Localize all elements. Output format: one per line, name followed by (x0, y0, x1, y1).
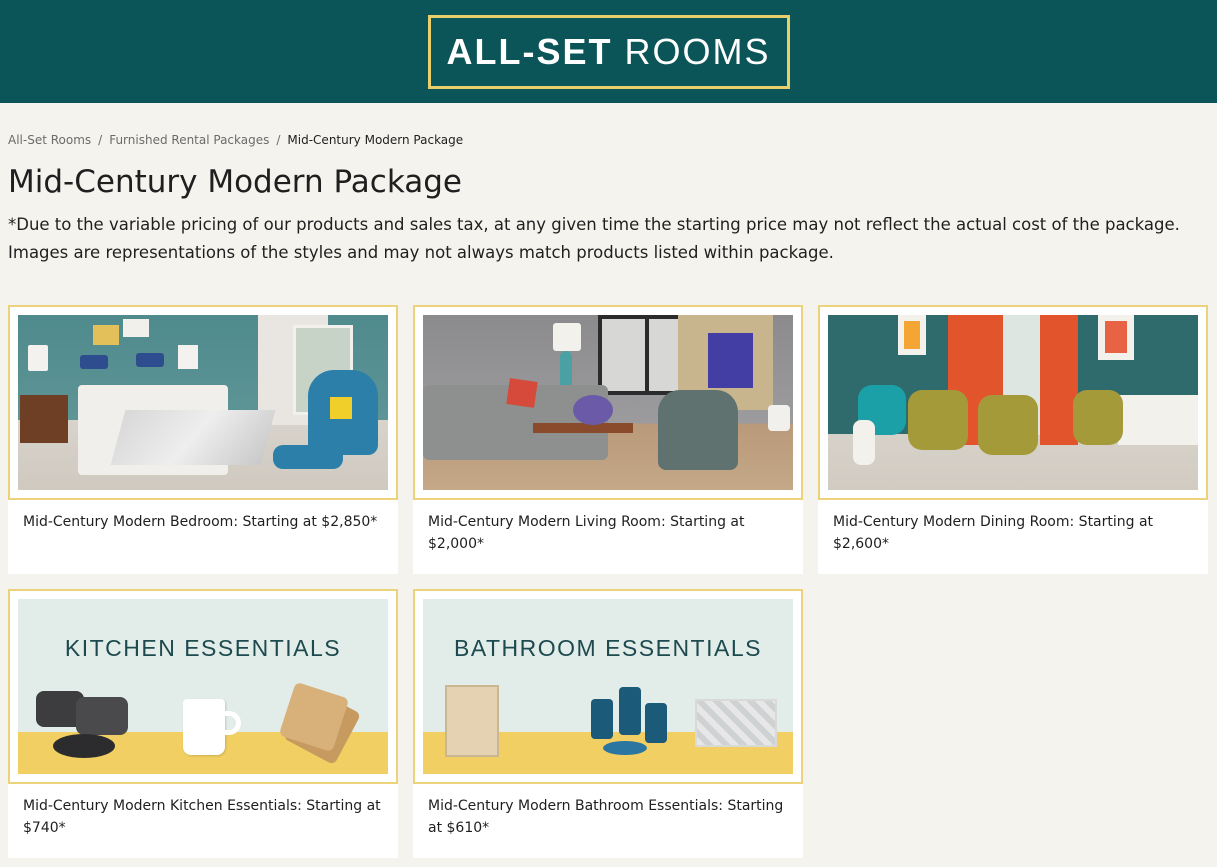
banner-title: KITCHEN ESSENTIALS (64, 635, 342, 661)
living-room-image (423, 315, 793, 490)
card-caption: Mid-Century Modern Kitchen Essentials: S… (23, 798, 381, 836)
card-image-frame (413, 305, 803, 500)
disclaimer-line-1: *Due to the variable pricing of our prod… (8, 215, 1180, 234)
package-card-dining-room[interactable]: Mid-Century Modern Dining Room: Starting… (818, 305, 1208, 574)
hamper-icon (445, 685, 499, 757)
bath-mat-icon (695, 699, 777, 747)
package-card-kitchen-essentials[interactable]: KITCHEN ESSENTIALS Mid-Century Modern Ki… (8, 589, 398, 858)
mug-icon (183, 699, 225, 755)
breadcrumb-separator: / (276, 133, 281, 147)
card-image-frame (8, 305, 398, 500)
dining-room-image (828, 315, 1198, 490)
pricing-disclaimer: *Due to the variable pricing of our prod… (8, 211, 1213, 267)
card-caption: Mid-Century Modern Bedroom: Starting at … (23, 514, 378, 530)
disclaimer-line-2: Images are representations of the styles… (8, 243, 834, 262)
package-card-living-room[interactable]: Mid-Century Modern Living Room: Starting… (413, 305, 803, 574)
bathroom-essentials-image: BATHROOM ESSENTIALS (423, 599, 793, 774)
breadcrumb-link-packages[interactable]: Furnished Rental Packages (109, 133, 269, 147)
card-caption: Mid-Century Modern Dining Room: Starting… (833, 514, 1154, 552)
soap-dispenser-icon (591, 699, 613, 739)
logo-text-bold: ALL-SET (446, 31, 613, 72)
banner-title: BATHROOM ESSENTIALS (454, 635, 762, 661)
package-card-bedroom[interactable]: Mid-Century Modern Bedroom: Starting at … (8, 305, 398, 574)
package-card-bathroom-essentials[interactable]: BATHROOM ESSENTIALS Mid-Century Modern B… (413, 589, 803, 858)
card-image-frame (818, 305, 1208, 500)
page-title: Mid-Century Modern Package (8, 164, 462, 200)
breadcrumb-link-home[interactable]: All-Set Rooms (8, 133, 91, 147)
card-caption: Mid-Century Modern Living Room: Starting… (428, 514, 745, 552)
card-caption: Mid-Century Modern Bathroom Essentials: … (428, 798, 784, 836)
breadcrumb: All-Set Rooms / Furnished Rental Package… (8, 133, 463, 147)
kitchen-essentials-image: KITCHEN ESSENTIALS (18, 599, 388, 774)
card-image-frame: BATHROOM ESSENTIALS (413, 589, 803, 784)
logo-text-light: ROOMS (624, 31, 771, 72)
breadcrumb-separator: / (98, 133, 103, 147)
card-image-frame: KITCHEN ESSENTIALS (8, 589, 398, 784)
site-logo[interactable]: ALL-SET ROOMS (427, 15, 790, 89)
breadcrumb-current: Mid-Century Modern Package (287, 133, 464, 147)
bedroom-image (18, 315, 388, 490)
site-header: ALL-SET ROOMS (0, 0, 1217, 103)
